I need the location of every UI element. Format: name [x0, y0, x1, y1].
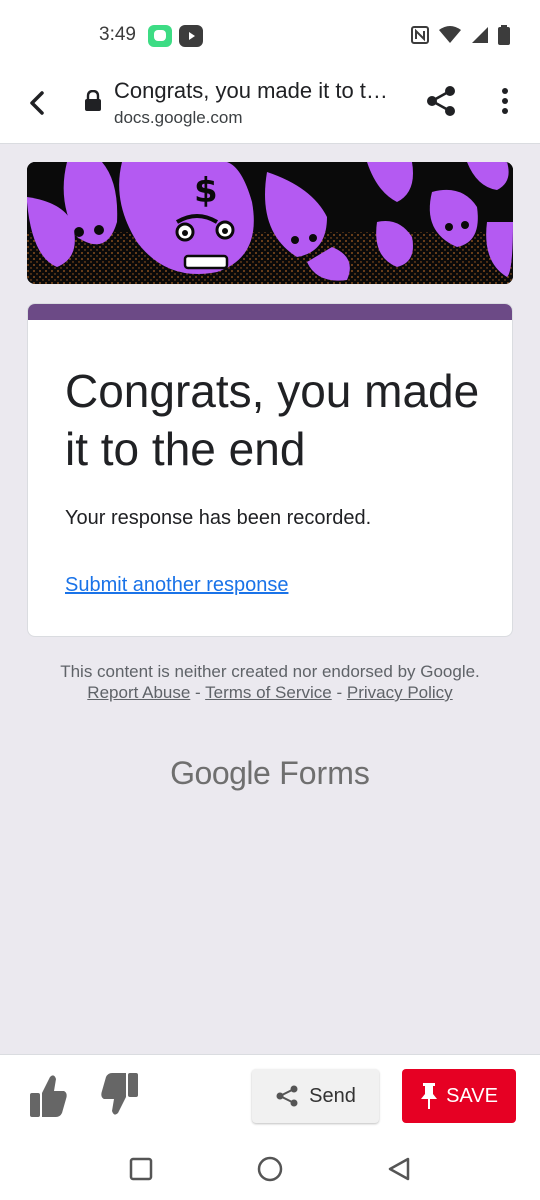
back-button[interactable] — [20, 86, 54, 120]
disclaimer-text: This content is neither created nor endo… — [60, 662, 480, 681]
share-icon — [427, 86, 455, 116]
recents-square-icon — [129, 1157, 153, 1181]
form-title: Congrats, you made it to the end — [65, 365, 480, 475]
send-button[interactable]: Send — [252, 1069, 379, 1123]
thumbs-down-icon — [101, 1073, 138, 1115]
confirmation-message: Your response has been recorded. — [65, 507, 372, 529]
status-time: 3:49 — [99, 24, 136, 45]
back-triangle-icon — [388, 1157, 410, 1181]
home-button[interactable] — [255, 1154, 285, 1184]
page-title: Congrats, you made it to the end — [114, 78, 394, 103]
terms-of-service-link[interactable]: Terms of Service — [205, 683, 332, 702]
lock-icon — [84, 89, 102, 117]
chat-app-icon — [148, 25, 172, 47]
back-arrow-icon — [30, 91, 44, 115]
nfc-icon — [410, 25, 430, 45]
send-label: Send — [309, 1084, 356, 1107]
back-nav-button[interactable] — [384, 1154, 414, 1184]
thumbs-up-button[interactable] — [28, 1071, 68, 1124]
recents-button[interactable] — [126, 1154, 156, 1184]
bottom-action-bar: Send SAVE — [0, 1054, 540, 1136]
separator: - — [195, 683, 201, 702]
pin-icon — [421, 1083, 438, 1109]
thumbs-down-button[interactable] — [100, 1071, 140, 1124]
card-accent-bar — [28, 304, 512, 320]
status-bar: 3:49 — [0, 0, 540, 70]
report-abuse-link[interactable]: Report Abuse — [87, 683, 190, 702]
svg-text:$: $ — [194, 171, 218, 211]
wifi-icon — [438, 25, 462, 45]
more-vert-icon — [502, 88, 508, 114]
brand-forms: Forms — [279, 755, 370, 791]
form-confirmation-card: Congrats, you made it to the end Your re… — [27, 303, 513, 637]
thumbs-up-icon — [30, 1075, 67, 1117]
submit-another-response-link[interactable]: Submit another response — [65, 574, 288, 597]
youtube-icon — [179, 25, 203, 47]
page-host: docs.google.com — [114, 108, 243, 127]
custom-tab-toolbar: Congrats, you made it to the end docs.go… — [0, 70, 540, 144]
system-navigation-bar — [0, 1136, 540, 1200]
signal-icon — [470, 25, 490, 45]
separator: - — [336, 683, 343, 702]
google-forms-logo[interactable]: Google Forms — [0, 755, 540, 792]
save-label: SAVE — [446, 1084, 498, 1107]
privacy-policy-link[interactable]: Privacy Policy — [347, 683, 453, 702]
form-header-banner: $ — [27, 162, 513, 284]
save-button[interactable]: SAVE — [402, 1069, 516, 1123]
share-icon — [276, 1085, 298, 1107]
home-circle-icon — [257, 1156, 283, 1182]
battery-icon — [498, 25, 510, 45]
brand-google: Google — [170, 755, 271, 791]
share-button[interactable] — [424, 84, 458, 118]
purple-money-characters-illustration: $ — [27, 162, 513, 284]
more-options-button[interactable] — [494, 84, 516, 118]
footer-disclaimer: This content is neither created nor endo… — [50, 661, 490, 703]
